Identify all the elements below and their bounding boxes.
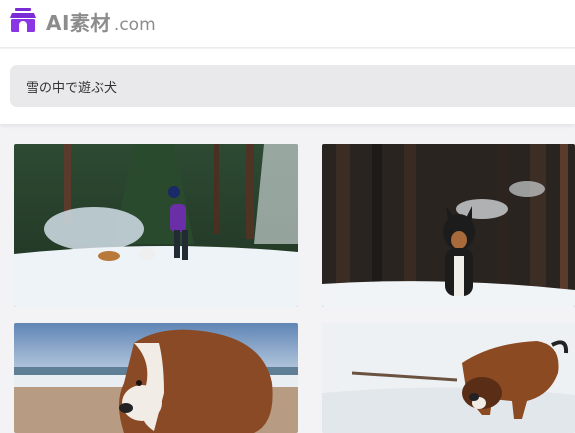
result-image-3[interactable] [14, 323, 298, 433]
search-query-text: 雪の中で遊ぶ犬 [26, 81, 118, 96]
result-image-4[interactable] [322, 323, 575, 433]
result-image-2[interactable] [322, 144, 575, 307]
storefront-icon[interactable] [9, 7, 37, 33]
result-image-1[interactable] [14, 144, 298, 307]
site-logo[interactable]: AI素材 .com [46, 7, 156, 35]
search-section: 雪の中で遊ぶ犬 [0, 49, 575, 124]
results-grid [0, 125, 575, 433]
site-header: AI素材 .com [0, 0, 575, 48]
search-input[interactable]: 雪の中で遊ぶ犬 [10, 65, 575, 107]
logo-suffix-text: .com [113, 15, 156, 35]
logo-main-text: AI素材 [46, 11, 111, 35]
